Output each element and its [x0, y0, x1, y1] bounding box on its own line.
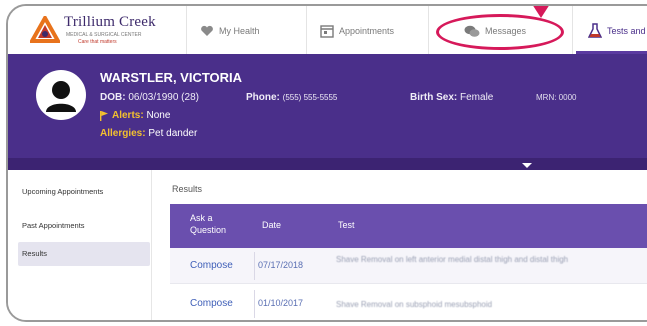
avatar — [36, 70, 86, 120]
allergies-label: Allergies: — [100, 128, 146, 139]
caret-down-icon[interactable] — [522, 163, 532, 168]
flag-icon — [100, 110, 108, 121]
alerts-value: None — [146, 110, 171, 121]
nav-divider — [428, 6, 429, 54]
trillium-logo-icon — [30, 16, 60, 43]
user-silhouette-icon — [46, 81, 76, 112]
results-table-header: Ask a Question Date Test — [170, 204, 647, 248]
compose-link[interactable]: Compose — [190, 260, 233, 271]
patient-alerts: Alerts: None — [100, 110, 170, 121]
app-window: Trillium Creek MEDICAL & SURGICAL CENTER… — [6, 4, 647, 322]
sidebar-item-upcoming-appointments[interactable]: Upcoming Appointments — [18, 180, 150, 204]
column-header-date[interactable]: Date — [262, 219, 281, 231]
nav-tests-label: Tests and — [607, 26, 646, 36]
nav-my-health-label: My Health — [219, 26, 260, 36]
phone-value: (555) 555-5555 — [282, 93, 338, 102]
results-panel: Results Ask a Question Date Test Compose… — [162, 170, 647, 320]
patient-allergies: Allergies: Pet dander — [100, 128, 197, 139]
banner-expand-strip[interactable] — [8, 158, 647, 170]
table-row[interactable]: Compose 01/10/2017 Shave Removal on subs… — [170, 286, 647, 320]
annotation-arrow-icon — [532, 6, 550, 18]
calendar-icon — [320, 25, 334, 38]
column-header-ask-question: Ask a Question — [190, 213, 227, 235]
patient-banner: WARSTLER, VICTORIA DOB: 06/03/1990 (28) … — [8, 54, 647, 170]
result-date: 01/10/2017 — [258, 298, 304, 308]
column-header-test[interactable]: Test — [338, 219, 355, 231]
compose-link[interactable]: Compose — [190, 298, 233, 309]
nav-my-health[interactable]: My Health — [200, 22, 260, 40]
nav-divider — [572, 6, 573, 54]
flask-icon — [588, 23, 602, 38]
top-navigation: Trillium Creek MEDICAL & SURGICAL CENTER… — [8, 6, 647, 54]
logo-tagline-secondary: Care that matters — [78, 39, 117, 45]
sidebar-item-past-appointments[interactable]: Past Appointments — [18, 214, 150, 238]
nav-appointments-label: Appointments — [339, 26, 395, 36]
patient-birth-sex: Birth Sex: Female — [410, 92, 493, 103]
patient-mrn: MRN: 0000 — [536, 93, 577, 102]
dob-label: DOB: — [100, 92, 126, 103]
table-row[interactable]: Compose 07/17/2018 Shave Removal on left… — [170, 248, 647, 284]
birth-sex-label: Birth Sex: — [410, 92, 458, 103]
logo-tagline: MEDICAL & SURGICAL CENTER — [66, 32, 142, 38]
cell-divider — [254, 290, 255, 318]
nav-divider — [186, 6, 187, 54]
nav-appointments[interactable]: Appointments — [320, 22, 394, 40]
patient-phone: Phone: (555) 555-5555 — [246, 92, 337, 103]
logo[interactable]: Trillium Creek MEDICAL & SURGICAL CENTER… — [30, 14, 180, 46]
result-test-name[interactable]: Shave Removal on subsphoid mesubsphoid — [336, 299, 647, 310]
heart-icon — [201, 25, 213, 36]
cell-divider — [254, 252, 255, 280]
dob-value: 06/03/1990 (28) — [128, 92, 199, 103]
patient-name: WARSTLER, VICTORIA — [100, 70, 243, 85]
alerts-label: Alerts: — [112, 110, 144, 121]
logo-name: Trillium Creek — [64, 14, 156, 30]
messages-highlight-annotation — [436, 14, 564, 50]
phone-label: Phone: — [246, 92, 280, 103]
nav-tests-and-results[interactable]: Tests and — [588, 22, 646, 40]
nav-divider — [306, 6, 307, 54]
page-title: Results — [172, 184, 203, 194]
result-date: 07/17/2018 — [258, 260, 304, 270]
sidebar-item-results[interactable]: Results — [18, 242, 150, 266]
patient-dob: DOB: 06/03/1990 (28) — [100, 92, 199, 103]
result-test-name[interactable]: Shave Removal on left anterior medial di… — [336, 254, 647, 265]
birth-sex-value: Female — [460, 92, 494, 103]
allergies-value: Pet dander — [148, 128, 198, 139]
sidebar: Upcoming Appointments Past Appointments … — [8, 170, 152, 320]
